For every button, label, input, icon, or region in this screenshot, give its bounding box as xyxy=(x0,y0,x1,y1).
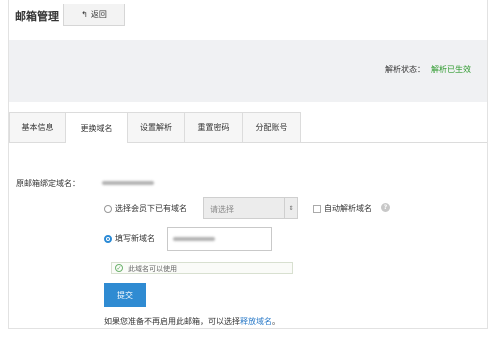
existing-domain-radio[interactable] xyxy=(104,205,112,213)
status-band: 解析状态： 解析已生效 xyxy=(9,40,487,102)
new-domain-input[interactable] xyxy=(167,227,272,251)
original-domain-label: 原邮箱绑定域名： xyxy=(16,179,80,188)
auto-resolve-checkbox[interactable] xyxy=(313,205,321,213)
resolve-status-value: 解析已生效 xyxy=(431,65,471,74)
availability-tip-text: 此域名可以使用 xyxy=(128,265,177,273)
tab-set-resolve-label: 设置解析 xyxy=(140,123,172,132)
resolve-status: 解析状态： 解析已生效 xyxy=(385,64,471,75)
release-note-end: 。 xyxy=(272,317,280,326)
domain-select-placeholder: 请选择 xyxy=(210,205,234,214)
original-domain-value xyxy=(102,181,154,185)
top-bar: 邮箱管理 ↰ 返回 xyxy=(9,0,487,41)
new-domain-input-value xyxy=(173,237,215,241)
back-arrow-icon: ↰ xyxy=(81,10,88,19)
check-circle-icon: ✓ xyxy=(115,264,123,272)
tab-assign-account-label: 分配账号 xyxy=(255,123,288,132)
back-button[interactable]: ↰ 返回 xyxy=(63,4,125,26)
new-domain-radio[interactable] xyxy=(104,235,112,243)
tab-bar: 基本信息 更换域名 设置解析 重置密码 分配账号 xyxy=(9,112,487,143)
auto-resolve-label: 自动解析域名 xyxy=(324,204,372,213)
tab-reset-password[interactable]: 重置密码 xyxy=(185,112,243,142)
tab-set-resolve[interactable]: 设置解析 xyxy=(128,112,185,142)
tab-basic-info[interactable]: 基本信息 xyxy=(9,112,66,142)
tab-basic-info-label: 基本信息 xyxy=(21,123,54,132)
domain-select[interactable]: 请选择 ⇕ xyxy=(203,197,298,219)
tab-change-domain-label: 更换域名 xyxy=(80,123,113,133)
tab-reset-password-label: 重置密码 xyxy=(197,123,230,132)
mailbox-panel: 邮箱管理 ↰ 返回 解析状态： 解析已生效 基本信息 更换域名 设置解析 重置密码… xyxy=(8,0,488,329)
release-note-text: 如果您准备不再启用此邮箱，可以选择 xyxy=(104,317,240,326)
tab-assign-account[interactable]: 分配账号 xyxy=(243,112,301,142)
tab-change-domain[interactable]: 更换域名 xyxy=(66,112,128,143)
page-title: 邮箱管理 xyxy=(15,10,59,23)
submit-button[interactable]: 提交 xyxy=(104,283,146,307)
select-arrows-icon: ⇕ xyxy=(284,198,297,218)
existing-domain-label: 选择会员下已有域名 xyxy=(115,204,187,213)
release-domain-link[interactable]: 释放域名 xyxy=(240,317,272,326)
help-icon[interactable]: ? xyxy=(381,203,390,212)
availability-tip: ✓ 此域名可以使用 xyxy=(111,262,293,274)
back-button-label: 返回 xyxy=(90,10,107,19)
release-domain-note: 如果您准备不再启用此邮箱，可以选择释放域名。 xyxy=(104,316,280,327)
resolve-status-label: 解析状态： xyxy=(385,65,425,74)
new-domain-label: 填写新域名 xyxy=(115,234,155,243)
